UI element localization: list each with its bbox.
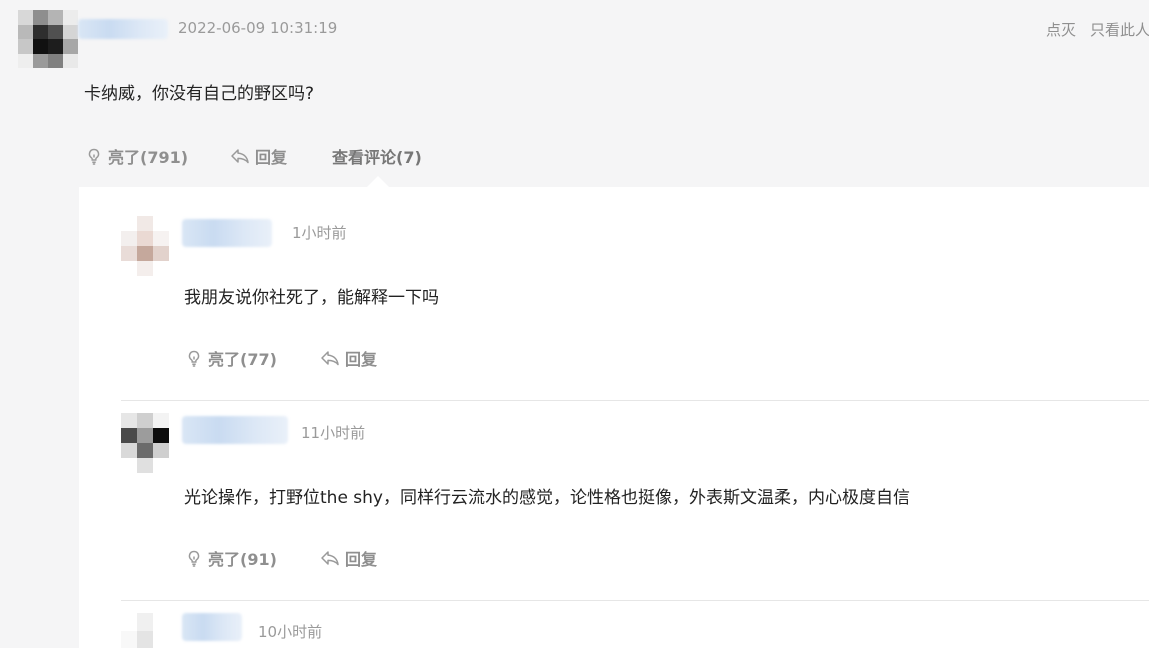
comment-like-button[interactable]: 亮了(91) — [184, 546, 277, 570]
dislike-button[interactable]: 点灭 — [1046, 19, 1076, 40]
comment-time: 10小时前 — [258, 623, 323, 641]
comment-author-name[interactable] — [182, 613, 242, 641]
comment-author-name[interactable] — [182, 416, 288, 444]
comment-time: 1小时前 — [292, 224, 347, 242]
comment-reply-button[interactable]: 回复 — [319, 546, 377, 570]
view-comments-label: 查看评论(7) — [332, 148, 422, 167]
post-author-name[interactable] — [78, 19, 168, 39]
view-comments-button[interactable]: 查看评论(7) — [332, 144, 422, 168]
lightbulb-icon — [84, 146, 104, 166]
comment-text: 我朋友说你社死了，能解释一下吗 — [184, 288, 439, 308]
lightbulb-icon — [184, 548, 204, 568]
reply-arrow-icon — [319, 548, 341, 568]
comment-like-button[interactable]: 亮了(77) — [184, 346, 277, 370]
comment-author-name[interactable] — [182, 219, 272, 247]
reply-arrow-icon — [229, 146, 251, 166]
comment-reply-label: 回复 — [345, 550, 378, 569]
comment-reply-button[interactable]: 回复 — [319, 346, 377, 370]
comment-like-label: 亮了(77) — [208, 350, 277, 369]
post-reply-button[interactable]: 回复 — [229, 144, 287, 168]
post-timestamp: 2022-06-09 10:31:19 — [178, 19, 338, 37]
post-author-avatar[interactable] — [18, 10, 78, 68]
comment-like-label: 亮了(91) — [208, 550, 277, 569]
comment-time: 11小时前 — [301, 424, 366, 442]
comment-avatar[interactable] — [121, 413, 169, 473]
post-reply-label: 回复 — [255, 148, 288, 167]
comment-divider — [121, 600, 1149, 601]
comment-reply-label: 回复 — [345, 350, 378, 369]
post-like-button[interactable]: 亮了(791) — [84, 144, 188, 168]
post-like-label: 亮了(791) — [108, 148, 189, 167]
comment-avatar[interactable] — [121, 216, 169, 276]
lightbulb-icon — [184, 348, 204, 368]
comment-avatar[interactable] — [121, 613, 169, 648]
reply-arrow-icon — [319, 348, 341, 368]
only-author-button[interactable]: 只看此人 — [1090, 19, 1149, 40]
comment-text: 光论操作，打野位the shy，同样行云流水的感觉，论性格也挺像，外表斯文温柔，… — [184, 488, 910, 508]
comment-divider — [121, 400, 1149, 401]
post-text: 卡纳威，你没有自己的野区吗? — [84, 84, 315, 104]
